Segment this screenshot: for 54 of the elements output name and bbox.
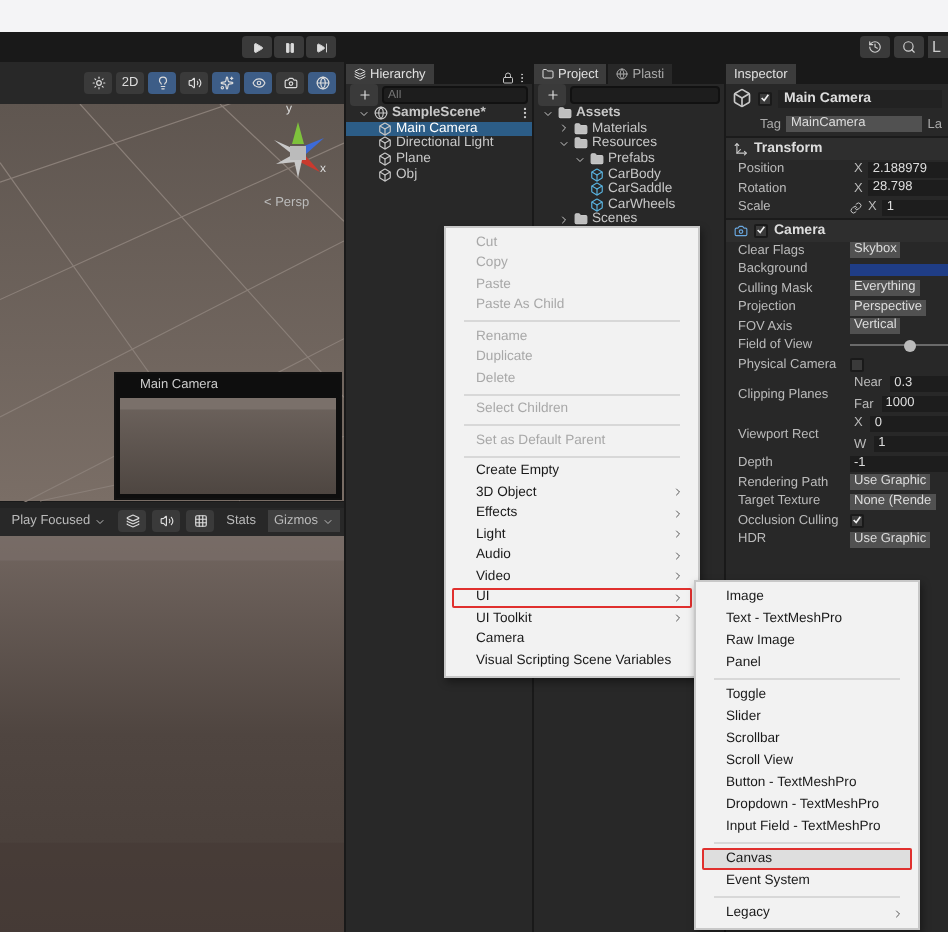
folder-icon bbox=[542, 68, 554, 80]
visibility-toggle[interactable] bbox=[244, 72, 272, 94]
chevron-icon bbox=[892, 907, 904, 919]
search-button[interactable] bbox=[894, 36, 924, 58]
play-icon bbox=[251, 41, 263, 53]
add-button[interactable] bbox=[538, 84, 566, 106]
speaker-icon bbox=[187, 76, 201, 90]
caret-icon bbox=[94, 515, 107, 527]
layout-dropdown[interactable]: L bbox=[928, 36, 948, 58]
eye-icon bbox=[251, 76, 265, 90]
history-button[interactable] bbox=[860, 36, 890, 58]
scene-icon bbox=[374, 106, 388, 121]
camera-icon bbox=[283, 76, 297, 90]
audio-toggle[interactable] bbox=[180, 72, 208, 94]
layers-icon bbox=[125, 514, 140, 528]
mute-button[interactable] bbox=[152, 510, 181, 532]
checkbox[interactable] bbox=[850, 357, 864, 372]
checkbox[interactable] bbox=[754, 223, 768, 237]
search-field[interactable] bbox=[570, 86, 720, 104]
camera-icon bbox=[734, 223, 748, 237]
globe-icon bbox=[616, 68, 629, 80]
add-button[interactable] bbox=[350, 84, 378, 106]
caret-icon bbox=[322, 515, 334, 527]
globe-icon bbox=[315, 76, 329, 90]
display-button[interactable] bbox=[186, 510, 215, 532]
checkbox[interactable] bbox=[850, 513, 864, 528]
step-icon bbox=[315, 41, 327, 53]
play-button[interactable] bbox=[242, 36, 272, 58]
cube-icon bbox=[732, 88, 752, 108]
gizmos-toggle[interactable] bbox=[308, 72, 336, 94]
sun-icon bbox=[91, 76, 105, 90]
link-icon bbox=[850, 201, 862, 214]
lock-icon bbox=[502, 72, 514, 84]
history-icon bbox=[868, 40, 882, 54]
shading-button[interactable] bbox=[84, 72, 112, 94]
effects-toggle[interactable] bbox=[212, 72, 240, 94]
plus-icon bbox=[545, 88, 559, 102]
slider-thumb[interactable] bbox=[904, 339, 917, 352]
pause-button[interactable] bbox=[274, 36, 304, 58]
grid-icon bbox=[193, 514, 208, 528]
pause-icon bbox=[283, 41, 295, 53]
sparkles-icon bbox=[219, 76, 233, 90]
checkbox[interactable] bbox=[758, 91, 772, 105]
transform-icon bbox=[734, 142, 748, 156]
plus-icon bbox=[357, 88, 371, 102]
search-icon bbox=[902, 40, 916, 54]
more-icon bbox=[518, 106, 532, 121]
color-swatch[interactable] bbox=[850, 263, 948, 276]
lighting-toggle[interactable] bbox=[148, 72, 176, 94]
layers-icon bbox=[354, 68, 366, 80]
step-button[interactable] bbox=[306, 36, 336, 58]
speaker-icon bbox=[159, 514, 174, 528]
camera-button[interactable] bbox=[276, 72, 304, 94]
lightbulb-icon bbox=[155, 76, 169, 90]
